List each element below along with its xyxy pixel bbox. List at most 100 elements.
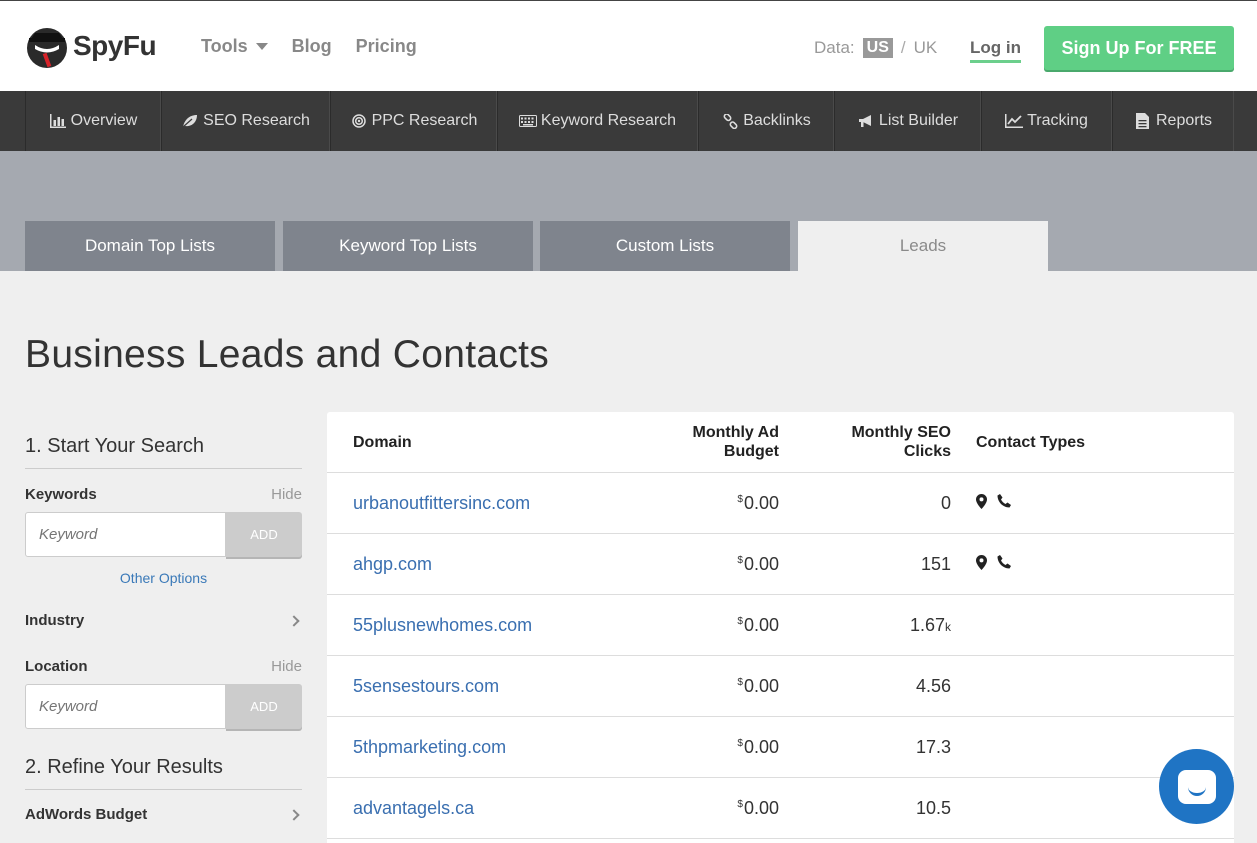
domain-link[interactable]: 55plusnewhomes.com <box>353 615 532 636</box>
logo-text: SpyFu <box>73 30 157 61</box>
nav-tools-label: Tools <box>201 36 248 56</box>
keywords-hide-link[interactable]: Hide <box>271 486 302 503</box>
col-clicks-header[interactable]: Monthly SEO Clicks <box>851 423 951 461</box>
site-header: SpyFu Tools Blog Pricing Data: US / UK L… <box>0 0 1257 91</box>
data-region-selector: Data: US / UK <box>814 38 937 58</box>
tab-keyword-top-lists[interactable]: Keyword Top Lists <box>283 221 533 271</box>
data-uk-option[interactable]: UK <box>914 38 938 58</box>
domain-link[interactable]: urbanoutfittersinc.com <box>353 493 530 514</box>
seo-clicks-value: 17.3 <box>916 737 951 758</box>
tab-custom-lists[interactable]: Custom Lists <box>540 221 790 271</box>
location-input[interactable] <box>25 684 226 729</box>
ad-budget-amount: 0.00 <box>743 737 779 757</box>
seo-clicks-number: 17.3 <box>915 737 951 757</box>
ad-budget-amount: 0.00 <box>743 615 779 635</box>
document-icon <box>1134 113 1152 129</box>
domain-link[interactable]: 5thpmarketing.com <box>353 737 506 758</box>
col-domain-header[interactable]: Domain <box>353 433 412 452</box>
page-title: Business Leads and Contacts <box>25 333 550 376</box>
table-row: advantagels.ca $0.00 10.5 <box>327 778 1234 839</box>
caret-down-icon <box>255 43 268 50</box>
map-marker-icon[interactable] <box>976 555 987 570</box>
tools-nav-keyword-research[interactable]: Keyword Research <box>497 91 698 151</box>
tools-nav-tracking[interactable]: Tracking <box>981 91 1112 151</box>
tools-nav-reports[interactable]: Reports <box>1112 91 1234 151</box>
ad-budget-value: $0.00 <box>737 737 779 758</box>
tools-nav-ppc-research[interactable]: PPC Research <box>330 91 497 151</box>
col-clicks-header-line1: Monthly SEO <box>851 424 951 441</box>
table-row: ahgp.com $0.00 151 <box>327 534 1234 595</box>
nav-blog[interactable]: Blog <box>292 36 332 57</box>
currency-symbol: $ <box>737 799 743 810</box>
tools-nav-tracking-label: Tracking <box>1027 112 1088 129</box>
tools-nav-reports-label: Reports <box>1155 112 1213 129</box>
top-nav: Tools Blog Pricing <box>201 36 441 57</box>
col-clicks-header-line2: Clicks <box>903 443 951 460</box>
section-start-search: 1. Start Your Search <box>25 435 302 469</box>
login-link[interactable]: Log in <box>970 38 1021 63</box>
tools-nav-backlinks-label: Backlinks <box>743 112 811 129</box>
col-budget-header[interactable]: Monthly Ad Budget <box>693 423 780 461</box>
seo-clicks-value: 10.5 <box>916 798 951 819</box>
keyword-input-group: ADD <box>25 512 302 557</box>
ad-budget-value: $0.00 <box>737 676 779 697</box>
tools-nav-list-builder[interactable]: List Builder <box>834 91 981 151</box>
industry-row[interactable]: Industry <box>25 612 302 629</box>
table-row: 5thpmarketing.com $0.00 17.3 <box>327 717 1234 778</box>
nav-tools[interactable]: Tools <box>201 36 268 57</box>
tab-domain-top-lists[interactable]: Domain Top Lists <box>25 221 275 271</box>
link-icon <box>721 113 739 129</box>
tools-nav-backlinks[interactable]: Backlinks <box>698 91 834 151</box>
keyword-add-button[interactable]: ADD <box>226 512 302 557</box>
tools-nav-list-builder-label: List Builder <box>878 112 959 129</box>
seo-clicks-value: 1.67k <box>910 615 951 636</box>
tools-nav-seo-research[interactable]: SEO Research <box>161 91 330 151</box>
location-hide-link[interactable]: Hide <box>271 658 302 675</box>
target-icon <box>350 113 368 129</box>
location-add-button[interactable]: ADD <box>226 684 302 729</box>
tab-leads[interactable]: Leads <box>798 221 1048 271</box>
domain-link[interactable]: ahgp.com <box>353 554 432 575</box>
ad-budget-amount: 0.00 <box>743 798 779 818</box>
seo-clicks-number: 4.56 <box>915 676 951 696</box>
leads-table: Domain Monthly Ad Budget Monthly SEO Cli… <box>327 412 1234 843</box>
phone-icon[interactable] <box>997 494 1011 508</box>
location-row: Location Hide <box>25 658 302 675</box>
table-header: Domain Monthly Ad Budget Monthly SEO Cli… <box>327 412 1234 473</box>
contact-types <box>976 494 1011 509</box>
keyword-input[interactable] <box>25 512 226 557</box>
other-options-link[interactable]: Other Options <box>25 570 302 586</box>
ad-budget-value: $0.00 <box>737 554 779 575</box>
phone-icon[interactable] <box>997 555 1011 569</box>
col-budget-header-line2: Budget <box>723 443 779 460</box>
industry-label: Industry <box>25 612 85 629</box>
data-label: Data: <box>814 38 855 57</box>
signup-button[interactable]: Sign Up For FREE <box>1044 26 1234 70</box>
contact-types <box>976 555 1011 570</box>
search-sidebar: 1. Start Your Search Keywords Hide ADD O… <box>25 435 302 823</box>
spy-logo-icon <box>27 28 67 68</box>
ad-budget-value: $0.00 <box>737 615 779 636</box>
tools-nav-seo-research-label: SEO Research <box>203 112 310 129</box>
tools-nav-overview-label: Overview <box>70 112 138 129</box>
map-marker-icon[interactable] <box>976 494 987 509</box>
data-separator: / <box>900 38 906 57</box>
tools-nav-ppc-research-label: PPC Research <box>371 112 478 129</box>
tools-nav-overview[interactable]: Overview <box>25 91 161 151</box>
ad-budget-amount: 0.00 <box>743 493 779 513</box>
megaphone-icon <box>857 113 875 129</box>
domain-link[interactable]: 5sensestours.com <box>353 676 499 697</box>
seo-clicks-number: 10.5 <box>915 798 951 818</box>
currency-symbol: $ <box>737 738 743 749</box>
ad-budget-amount: 0.00 <box>743 554 779 574</box>
currency-symbol: $ <box>737 677 743 688</box>
data-us-option[interactable]: US <box>862 38 893 58</box>
domain-link[interactable]: advantagels.ca <box>353 798 474 819</box>
keywords-row: Keywords Hide <box>25 486 302 503</box>
adwords-budget-row[interactable]: AdWords Budget <box>25 806 302 823</box>
spyfu-logo[interactable]: SpyFu <box>25 23 157 69</box>
nav-blog-label: Blog <box>291 36 332 56</box>
chat-launcher-button[interactable] <box>1159 749 1234 824</box>
nav-pricing[interactable]: Pricing <box>356 36 417 57</box>
col-contacts-header: Contact Types <box>976 434 1086 451</box>
